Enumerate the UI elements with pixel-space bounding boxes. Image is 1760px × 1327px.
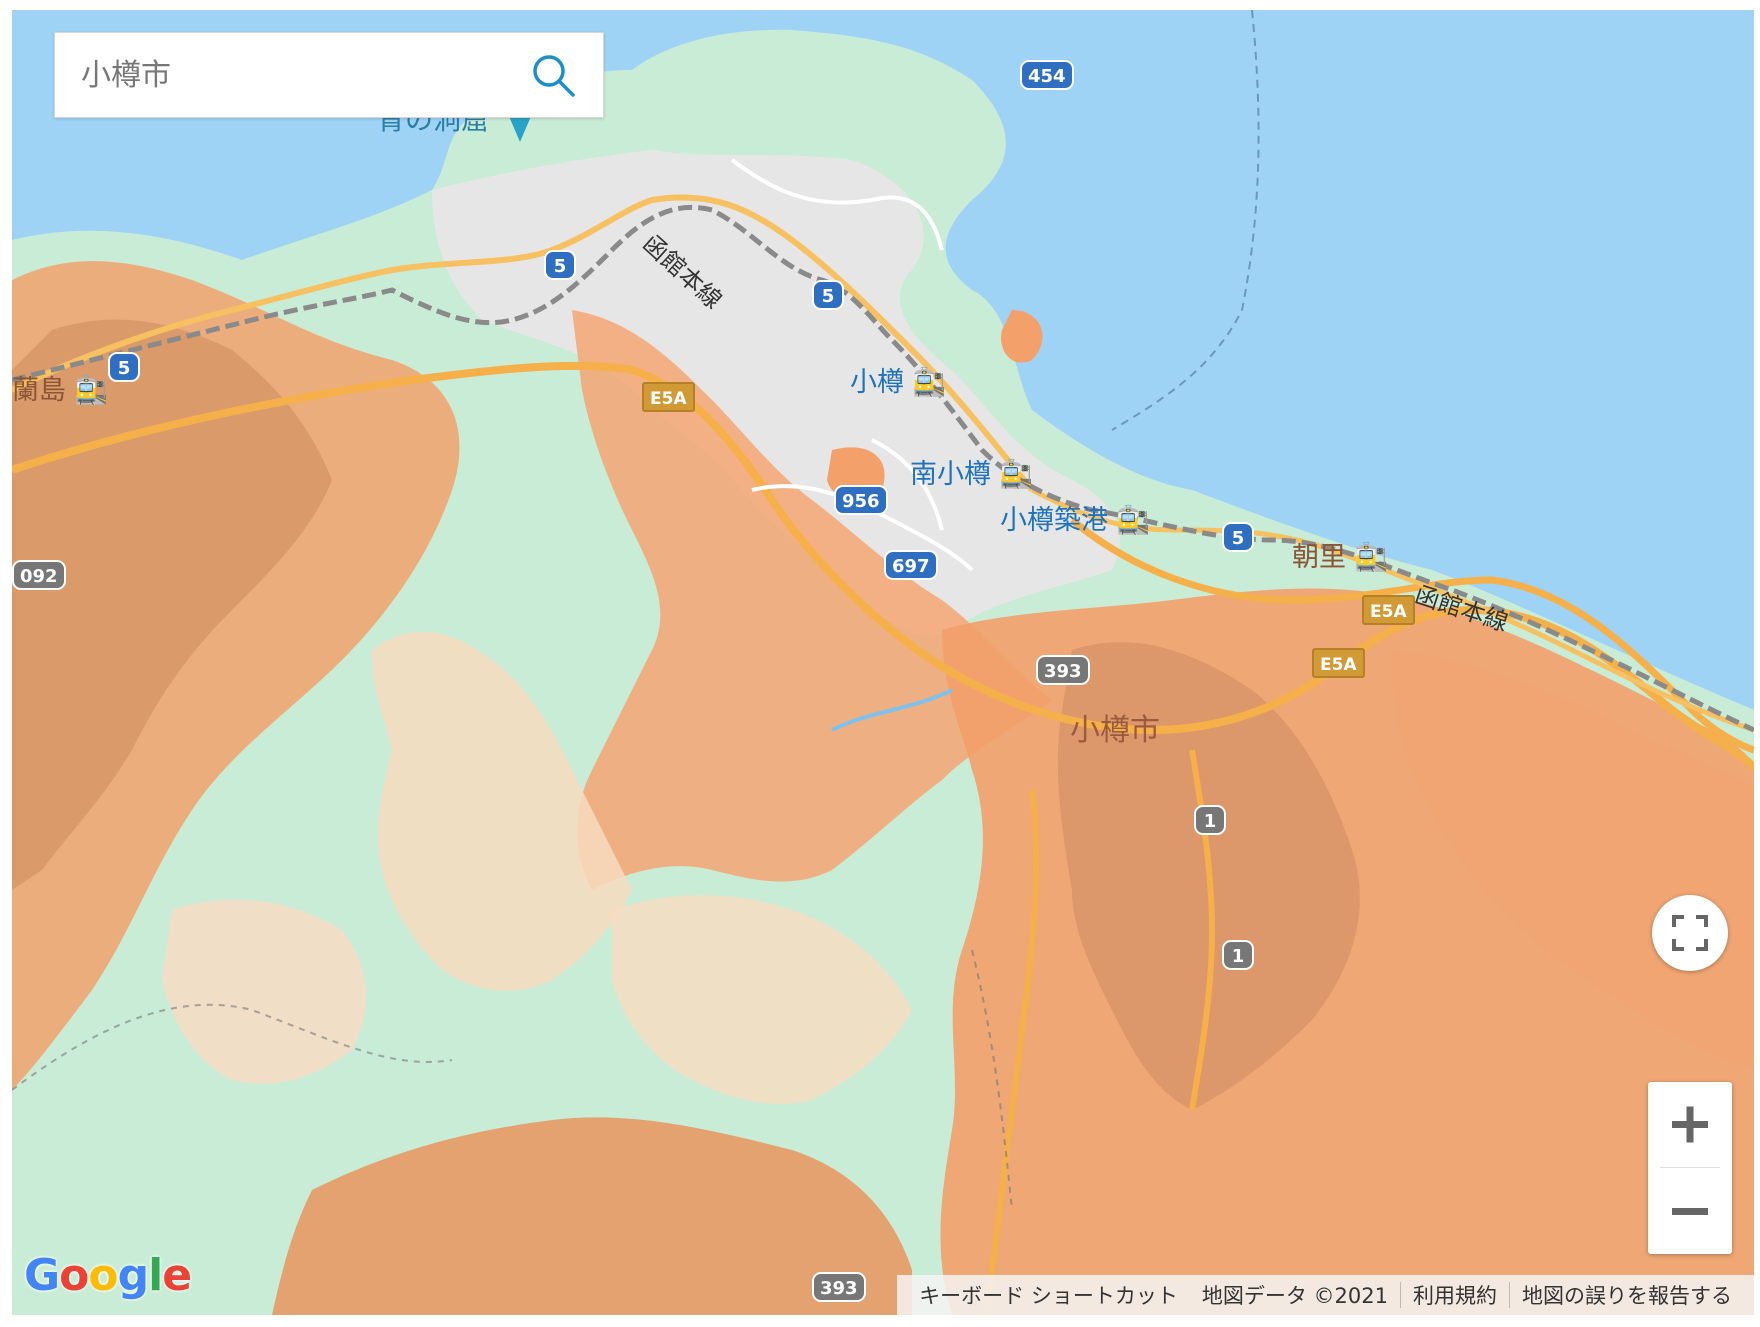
- map-tiles: [12, 10, 1754, 1315]
- route-shield-5: 5: [812, 280, 844, 310]
- zoom-control: [1648, 1082, 1732, 1254]
- route-shield-5: 5: [544, 250, 576, 280]
- station-label-otaru[interactable]: 小樽 🚉: [850, 360, 946, 399]
- train-icon: 🚉: [999, 459, 1034, 490]
- zoom-divider: [1660, 1167, 1720, 1168]
- search-input[interactable]: [79, 51, 503, 99]
- plus-icon: [1672, 1106, 1708, 1143]
- terms-link[interactable]: 利用規約: [1401, 1280, 1509, 1310]
- google-logo[interactable]: Google: [24, 1250, 192, 1301]
- station-label-asari[interactable]: 朝里 🚉: [1292, 535, 1388, 574]
- fullscreen-button[interactable]: [1652, 895, 1728, 971]
- station-label-minami-otaru[interactable]: 南小樽 🚉: [910, 452, 1033, 491]
- route-shield-e5a: E5A: [642, 382, 695, 412]
- attribution-bar: キーボード ショートカット 地図データ ©2021 利用規約 地図の誤りを報告す…: [897, 1275, 1754, 1315]
- route-shield-5: 5: [1222, 522, 1254, 552]
- route-shield-1: 1: [1194, 805, 1226, 835]
- train-icon: 🚉: [74, 375, 109, 406]
- train-icon: 🚉: [1354, 542, 1389, 573]
- train-icon: 🚉: [912, 367, 947, 398]
- zoom-out-button[interactable]: [1648, 1169, 1732, 1254]
- route-shield-454: 454: [1020, 60, 1074, 90]
- train-icon: 🚉: [1116, 505, 1151, 536]
- route-shield-1: 1: [1222, 940, 1254, 970]
- route-shield-697: 697: [884, 550, 938, 580]
- fullscreen-icon: [1672, 915, 1708, 951]
- search-icon[interactable]: [529, 51, 577, 99]
- keyboard-shortcuts-link[interactable]: キーボード ショートカット: [907, 1280, 1190, 1310]
- map-canvas[interactable]: 青の洞窟 小樽市 小樽 🚉 南小樽 🚉 小樽築港 🚉 朝里 🚉 蘭島 🚉 函館本…: [12, 10, 1754, 1315]
- report-error-link[interactable]: 地図の誤りを報告する: [1510, 1280, 1744, 1310]
- route-shield-956: 956: [834, 485, 888, 515]
- station-label-ranshima[interactable]: 蘭島 🚉: [12, 368, 108, 407]
- minus-icon: [1672, 1208, 1708, 1215]
- map-data-text: 地図データ ©2021: [1201, 1284, 1388, 1308]
- route-shield-e5a: E5A: [1362, 595, 1415, 625]
- search-box: [54, 32, 604, 118]
- zoom-in-button[interactable]: [1648, 1082, 1732, 1167]
- station-label-otaru-chikko[interactable]: 小樽築港 🚉: [1000, 498, 1150, 537]
- route-shield-092: 092: [12, 560, 66, 590]
- route-shield-393: 393: [812, 1272, 866, 1302]
- route-shield-393: 393: [1036, 655, 1090, 685]
- route-shield-e5a: E5A: [1312, 648, 1365, 678]
- route-shield-5: 5: [108, 352, 140, 382]
- city-label-otaru-shi[interactable]: 小樽市: [1070, 705, 1160, 749]
